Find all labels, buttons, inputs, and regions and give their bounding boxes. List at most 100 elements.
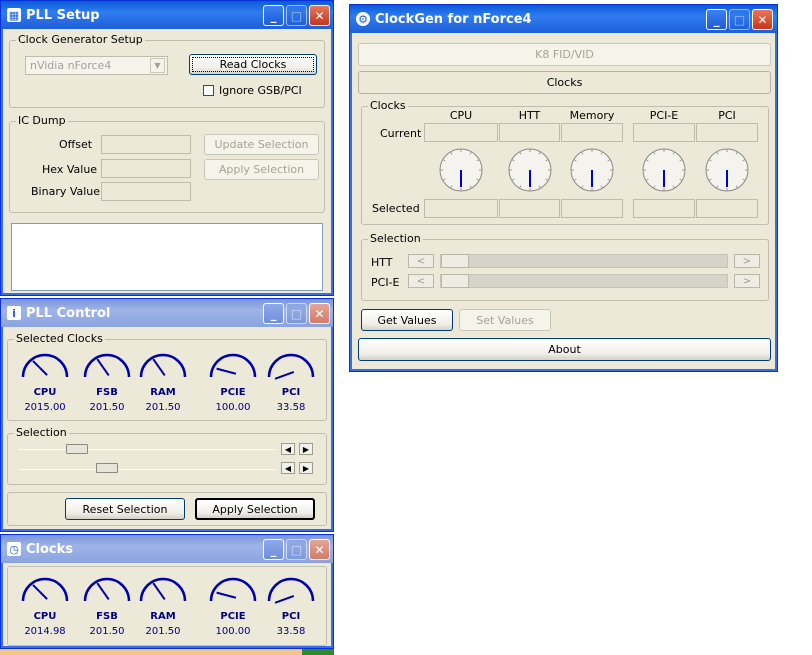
gauge-cpu: CPU 2014.98 bbox=[19, 571, 71, 641]
ignore-gsb-label: Ignore GSB/PCI bbox=[219, 84, 302, 97]
htt-scrollbar[interactable] bbox=[440, 254, 728, 268]
group-caption: IC Dump bbox=[16, 114, 68, 127]
gauge-value: 201.50 bbox=[145, 402, 181, 413]
gauge-label: PCIE bbox=[220, 611, 246, 622]
pcie-scroll-thumb[interactable] bbox=[441, 274, 469, 288]
apply-selection-label: Apply Selection bbox=[218, 163, 305, 176]
clocks-gauges: CPU 2014.98 FSB 201.50 RAM 201.50 PCIE 100.00 PC… bbox=[1, 535, 333, 648]
selected-memory-field bbox=[561, 199, 623, 218]
close-button[interactable]: ✕ bbox=[309, 5, 330, 26]
ignore-gsb-checkbox[interactable] bbox=[203, 85, 214, 96]
update-selection-label: Update Selection bbox=[214, 138, 309, 151]
selected-pci-field bbox=[696, 199, 758, 218]
gauge-label: FSB bbox=[96, 387, 118, 398]
about-button[interactable]: About bbox=[358, 338, 771, 361]
binary-value-field[interactable] bbox=[101, 182, 191, 201]
htt-left-arrow[interactable]: < bbox=[408, 254, 434, 268]
gauge-pci: PCI 33.58 bbox=[265, 571, 317, 641]
gauge-dial-icon bbox=[21, 353, 69, 378]
gauge-dial-icon bbox=[209, 353, 257, 378]
read-clocks-button[interactable]: Read Clocks bbox=[189, 54, 317, 75]
htt-label: HTT bbox=[371, 256, 393, 269]
dial-memory bbox=[569, 147, 615, 193]
pcie-label: PCI-E bbox=[371, 276, 400, 289]
gauge-dial-icon bbox=[209, 577, 257, 602]
gauge-dial-icon bbox=[139, 353, 187, 378]
apply-selection-label: Apply Selection bbox=[212, 502, 298, 516]
pcie-right-arrow[interactable]: > bbox=[734, 274, 760, 288]
gauge-label: PCI bbox=[281, 611, 301, 622]
gauge-label: PCIE bbox=[220, 387, 246, 398]
gauge-label: CPU bbox=[33, 611, 57, 622]
set-values-button[interactable]: Set Values bbox=[459, 309, 551, 331]
slider2-right-arrow[interactable]: ▶ bbox=[299, 462, 313, 474]
log-textarea[interactable] bbox=[11, 223, 323, 291]
maximize-button[interactable]: □ bbox=[286, 5, 307, 26]
gauge-dial-icon bbox=[267, 353, 315, 380]
dial-pci-e bbox=[641, 147, 687, 193]
chipset-value: nVidia nForce4 bbox=[30, 59, 112, 72]
clockgen-window: ⚙ ClockGen for nForce4 _ □ ✕ K8 FID/VID … bbox=[349, 4, 778, 372]
gauge-fsb: FSB 201.50 bbox=[81, 347, 133, 417]
gauge-value: 2015.00 bbox=[24, 402, 66, 413]
pcie-left-arrow[interactable]: < bbox=[408, 274, 434, 288]
gauge-fsb: FSB 201.50 bbox=[81, 571, 133, 641]
gauge-dial-icon bbox=[83, 577, 131, 602]
binary-value-label: Binary Value bbox=[31, 185, 101, 198]
gauge-ram: RAM 201.50 bbox=[137, 347, 189, 417]
selected-pcie-field bbox=[633, 199, 695, 218]
reset-selection-button[interactable]: Reset Selection bbox=[65, 498, 185, 520]
slider1-right-arrow[interactable]: ▶ bbox=[299, 443, 313, 455]
slider2-left-arrow[interactable]: ◀ bbox=[281, 462, 295, 474]
dial-htt bbox=[507, 147, 553, 193]
gauge-value: 201.50 bbox=[89, 402, 125, 413]
offset-field[interactable] bbox=[101, 135, 191, 154]
chipset-select[interactable]: nVidia nForce4 ▼ bbox=[25, 56, 168, 75]
slider-track-1 bbox=[19, 449, 275, 450]
gauge-value: 33.58 bbox=[276, 402, 306, 413]
htt-right-arrow[interactable]: > bbox=[734, 254, 760, 268]
row-selected-label: Selected bbox=[372, 202, 420, 215]
gauge-pcie: PCIE 100.00 bbox=[207, 571, 259, 641]
selection-group: Selection bbox=[7, 426, 327, 485]
apply-selection-button[interactable]: Apply Selection bbox=[204, 159, 319, 180]
window-title: PLL Setup bbox=[26, 7, 100, 23]
group-caption: Selection bbox=[368, 232, 423, 245]
slider1-left-arrow[interactable]: ◀ bbox=[281, 443, 295, 455]
gauge-pcie: PCIE 100.00 bbox=[207, 347, 259, 417]
gauge-ram: RAM 201.50 bbox=[137, 571, 189, 641]
group-caption: Clock Generator Setup bbox=[16, 33, 145, 46]
hex-value-field[interactable] bbox=[101, 159, 191, 178]
slider-track-2 bbox=[19, 469, 275, 470]
reset-selection-label: Reset Selection bbox=[82, 502, 168, 516]
gauge-pci: PCI 33.58 bbox=[265, 347, 317, 417]
taskbar-strip-green bbox=[302, 649, 334, 655]
gauge-value: 100.00 bbox=[215, 626, 251, 637]
read-clocks-label: Read Clocks bbox=[219, 58, 287, 71]
gauge-label: RAM bbox=[150, 611, 176, 622]
minimize-button[interactable]: _ bbox=[263, 5, 284, 26]
get-values-button[interactable]: Get Values bbox=[361, 309, 453, 331]
slider-thumb-2[interactable] bbox=[96, 463, 119, 473]
gauge-label: FSB bbox=[96, 611, 118, 622]
gauge-value: 2014.98 bbox=[24, 626, 66, 637]
get-values-label: Get Values bbox=[377, 313, 437, 327]
chevron-down-icon: ▼ bbox=[150, 58, 165, 73]
pll-setup-window: ▦ PLL Setup _ □ ✕ Clock Generator Setup … bbox=[0, 0, 334, 296]
gauge-label: PCI bbox=[281, 387, 301, 398]
group-caption: Selection bbox=[14, 426, 69, 439]
taskbar-strip bbox=[0, 649, 302, 655]
selection-group: Selection bbox=[361, 232, 769, 301]
slider-thumb-1[interactable] bbox=[65, 444, 88, 454]
gauge-dial-icon bbox=[21, 577, 69, 602]
chip-icon: ▦ bbox=[7, 8, 21, 22]
hex-value-label: Hex Value bbox=[42, 163, 98, 176]
update-selection-button[interactable]: Update Selection bbox=[204, 134, 319, 155]
offset-label: Offset bbox=[59, 138, 93, 151]
pcie-scrollbar[interactable] bbox=[440, 274, 728, 288]
gauge-cpu: CPU 2015.00 bbox=[19, 347, 71, 417]
apply-selection-button[interactable]: Apply Selection bbox=[195, 498, 315, 520]
set-values-label: Set Values bbox=[476, 313, 534, 327]
gauge-dial-icon bbox=[83, 353, 131, 378]
htt-scroll-thumb[interactable] bbox=[441, 254, 469, 268]
